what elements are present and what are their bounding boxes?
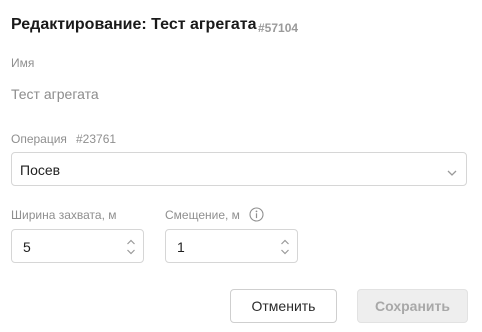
dialog-title: Редактирование: Тест агрегата	[11, 16, 257, 33]
operation-select-value: Посев	[20, 162, 61, 178]
save-button[interactable]: Сохранить	[357, 289, 468, 323]
entity-id: #57104	[258, 21, 299, 35]
name-field[interactable]: Тест агрегата	[11, 86, 99, 102]
cancel-button[interactable]: Отменить	[230, 289, 337, 323]
width-label: Ширина захвата, м	[11, 208, 117, 222]
width-value: 5	[23, 239, 31, 255]
operation-id: #23761	[76, 132, 117, 146]
offset-value: 1	[177, 239, 185, 255]
stepper-arrows-icon[interactable]	[280, 238, 290, 256]
offset-stepper[interactable]: 1	[165, 229, 298, 263]
name-label: Имя	[11, 56, 35, 70]
chevron-down-icon	[446, 165, 458, 176]
operation-select[interactable]: Посев	[11, 152, 467, 186]
info-icon[interactable]	[249, 207, 264, 222]
width-stepper[interactable]: 5	[11, 229, 144, 263]
offset-label: Смещение, м	[165, 208, 240, 222]
stepper-arrows-icon[interactable]	[126, 238, 136, 256]
operation-label: Операция	[11, 132, 67, 146]
